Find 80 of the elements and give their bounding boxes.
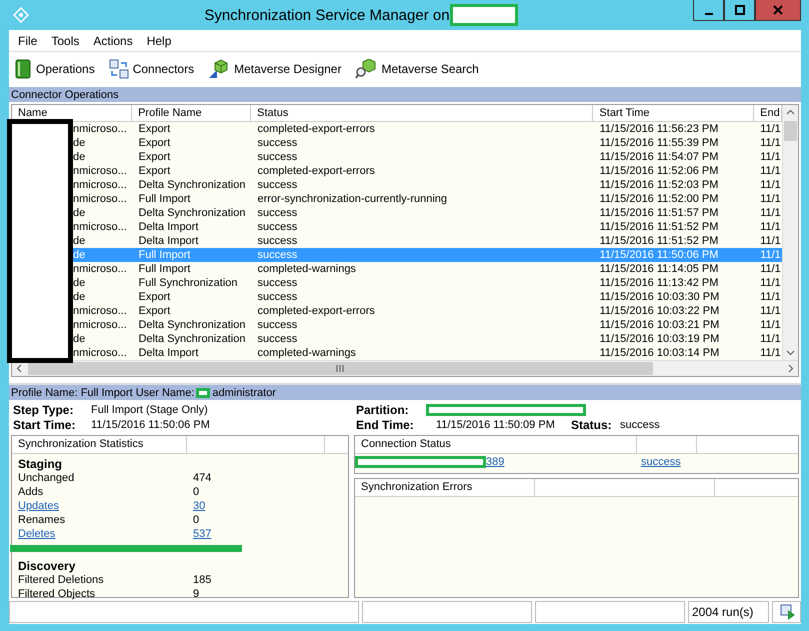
field-value: 11/15/2016 11:50:06 PM <box>91 418 210 430</box>
table-row[interactable]: nmicroso... Export completed-export-errors 11/15/2016 11:56:23 PM 11/1 <box>73 122 782 136</box>
horizontal-scrollbar[interactable] <box>12 360 798 376</box>
cube-ruler-icon <box>208 59 230 79</box>
statistic-value: 0 <box>193 486 200 498</box>
user-name: administrator <box>212 386 276 398</box>
redaction-mark <box>196 388 210 398</box>
section-heading: Discovery <box>17 559 76 573</box>
status-link[interactable]: success <box>641 454 681 471</box>
statistic-label: Filtered Deletions <box>18 574 104 586</box>
port-link[interactable]: 389 <box>486 454 641 471</box>
table-row[interactable]: de Delta Synchronization success 11/15/2016 11:51:57 PM 11/1 <box>73 206 782 220</box>
run-status-icon <box>780 604 796 620</box>
statistic-link[interactable]: 537 <box>193 528 212 540</box>
section-header: Connector Operations <box>9 87 801 102</box>
table-row[interactable]: de Delta Synchronization success 11/15/2016 10:03:19 PM 11/1 <box>73 332 782 346</box>
maximize-button[interactable] <box>724 0 755 21</box>
scroll-thumb[interactable] <box>784 121 797 141</box>
statistic-value: 9 <box>193 588 200 600</box>
close-icon <box>773 5 783 15</box>
toolbar-button[interactable]: Connectors <box>106 57 196 81</box>
run-count: 2004 run(s) <box>688 601 769 623</box>
connectors-icon <box>108 59 129 79</box>
statistic-link[interactable]: Updates <box>18 500 59 512</box>
field-value: Full Import (Stage Only) <box>91 404 208 416</box>
table-row[interactable]: de Export success 11/15/2016 11:54:07 PM 11/1 <box>73 150 782 164</box>
table-row[interactable]: nmicroso... Full Import completed-warnings 11/15/2016 11:14:05 PM 11/1 <box>73 262 782 276</box>
window-title: Synchronization Service Manager on <box>204 6 450 24</box>
statistic-value: 0 <box>193 514 200 526</box>
column-header: Synchronization Statistics <box>12 436 187 453</box>
table-row[interactable]: nmicroso... Export completed-export-errors 11/15/2016 10:03:22 PM 11/1 <box>73 304 782 318</box>
column-header[interactable]: Start Time <box>593 105 754 121</box>
toolbar-button[interactable]: Metaverse Search <box>353 57 481 81</box>
menu-item[interactable]: Tools <box>44 34 86 48</box>
minimize-icon <box>704 12 712 14</box>
statistic-label: Renames <box>18 514 66 526</box>
table-row[interactable]: de Delta Import success 11/15/2016 11:51:52 PM 11/1 <box>73 234 782 248</box>
statistic-value: 474 <box>193 472 212 484</box>
field-label: Start Time: <box>13 418 76 432</box>
column-header: Connection Status <box>355 436 637 453</box>
field-label: Step Type: <box>13 402 74 416</box>
statistic-label: Adds <box>18 486 44 498</box>
section-heading: Staging <box>17 457 62 471</box>
menu-item[interactable]: Help <box>140 34 178 48</box>
table-row[interactable]: de Export success 11/15/2016 11:55:39 PM 11/1 <box>73 136 782 150</box>
toolbar-button[interactable]: Metaverse Designer <box>206 57 344 81</box>
field-label: Partition: <box>356 402 410 416</box>
column-header[interactable]: Profile Name <box>132 105 252 121</box>
field-value: 11/15/2016 11:50:09 PM <box>436 418 556 430</box>
table-row[interactable]: nmicroso... Export completed-export-errors 11/15/2016 11:52:06 PM 11/1 <box>73 164 782 178</box>
redaction-mark <box>450 4 518 26</box>
close-button[interactable] <box>755 0 801 21</box>
toolbar-button[interactable]: Operations <box>12 57 97 81</box>
table-row[interactable]: nmicroso... Delta Import completed-warnings 11/15/2016 10:03:14 PM 11/1 <box>73 346 782 360</box>
menu-item[interactable]: File <box>11 34 44 48</box>
table-row[interactable]: de Export success 11/15/2016 10:03:30 PM 11/1 <box>73 290 782 304</box>
cube-magnifier-icon <box>355 59 378 79</box>
grip-icon <box>336 365 345 372</box>
statistic-value: 185 <box>193 574 212 586</box>
field-value: success <box>620 418 660 430</box>
minimize-button[interactable] <box>693 0 724 21</box>
statistic-label: Filtered Objects <box>18 588 96 600</box>
table-row[interactable]: nmicroso... Delta Synchronization success 11/15/2016 10:03:21 PM 11/1 <box>73 318 782 332</box>
table-row[interactable]: nmicroso... Delta Import success 11/15/2016 11:51:52 PM 11/1 <box>73 220 782 234</box>
table-row[interactable]: de Full Synchronization success 11/15/2016 11:13:42 PM 11/1 <box>73 276 782 290</box>
field-label: End Time: <box>356 418 415 432</box>
maximize-icon <box>734 5 744 15</box>
app-icon <box>13 7 29 23</box>
statistic-link[interactable]: 30 <box>193 500 206 512</box>
column-header: Synchronization Errors <box>355 479 535 496</box>
vertical-scrollbar[interactable] <box>782 105 798 360</box>
profile-summary: Profile Name: Full Import User Name: <box>11 386 194 398</box>
menu-item[interactable]: Actions <box>86 34 140 48</box>
statistic-label: Unchanged <box>18 472 74 484</box>
column-header[interactable]: Status <box>251 105 594 121</box>
field-label: Status: <box>571 418 613 432</box>
statistic-link[interactable]: Deletes <box>18 528 56 540</box>
table-row[interactable]: nmicroso... Delta Synchronization success 11/15/2016 11:52:03 PM 11/1 <box>73 178 782 192</box>
notebook-icon <box>14 59 32 79</box>
table-row[interactable]: nmicroso... Full Import error-synchronization-currently-running 11/15/2016 11:52:00 PM 11/1 <box>73 192 782 206</box>
